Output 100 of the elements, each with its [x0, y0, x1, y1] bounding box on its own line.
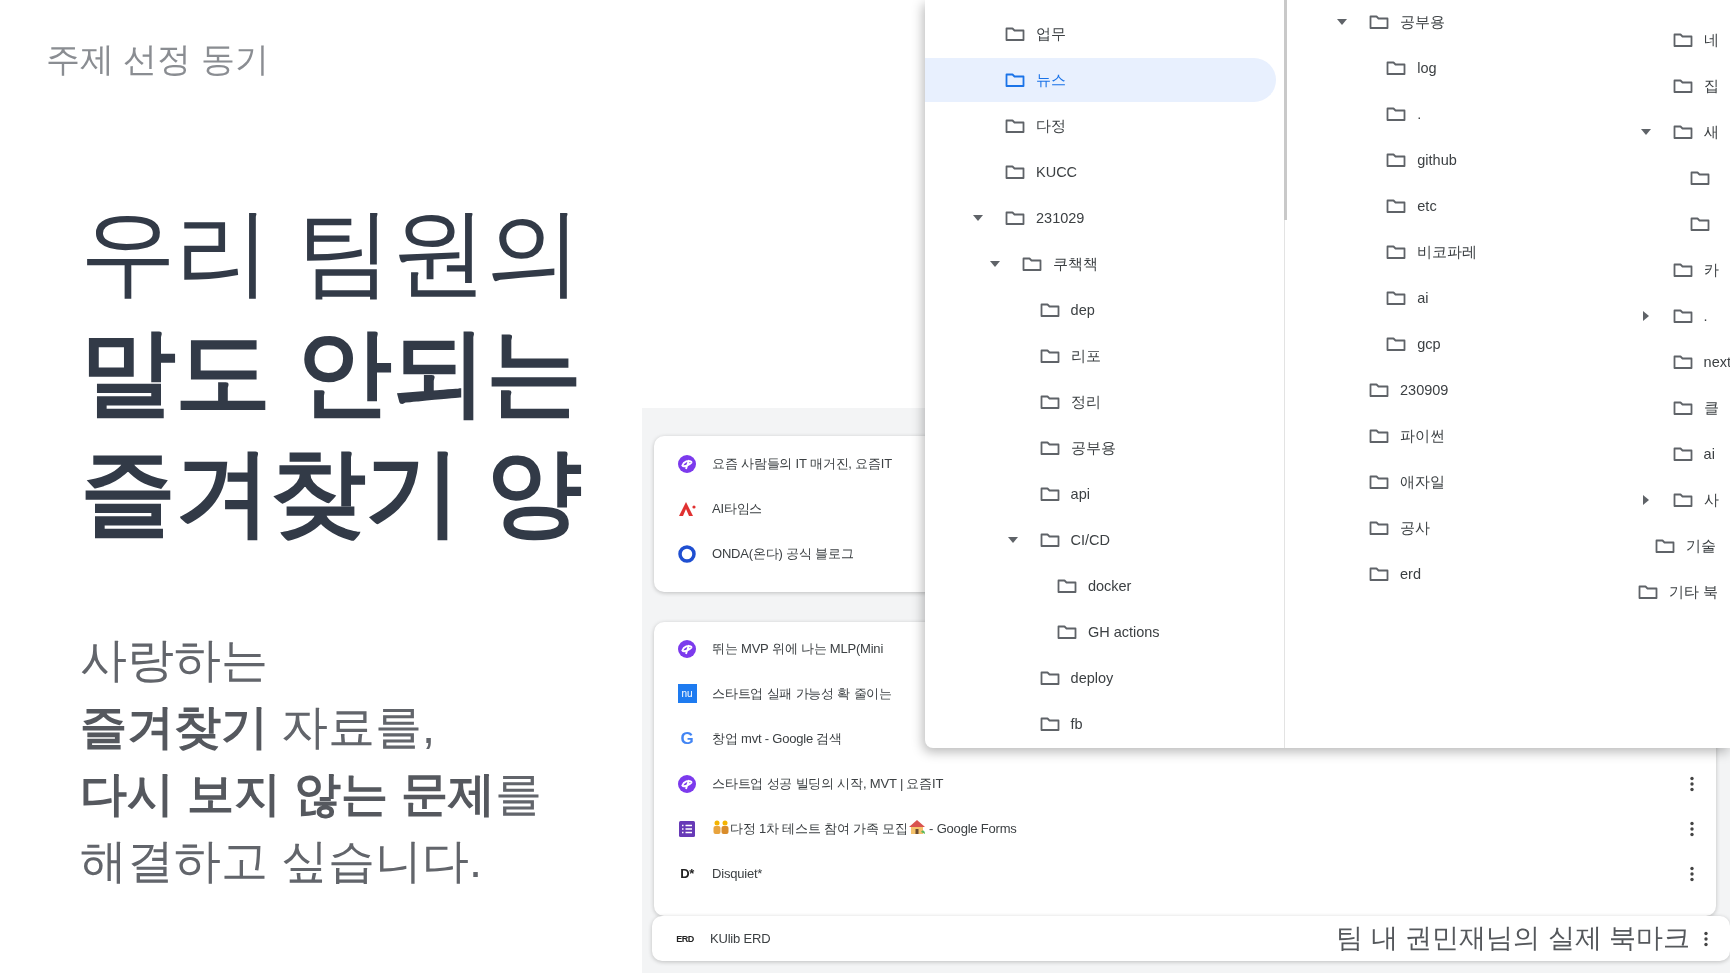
bookmark-link[interactable]: 요즘 사람들의 IT 매거진, 요즘IT [712, 454, 892, 473]
bookmark-link[interactable]: 스타트업 성공 빌딩의 시작, MVT | 요즘IT [712, 774, 944, 793]
folder-icon [1039, 670, 1060, 686]
folder-icon [1655, 538, 1676, 554]
caret-down-icon[interactable] [1007, 537, 1018, 543]
folder-item[interactable]: 사 [1590, 478, 1730, 522]
folder-icon [1005, 164, 1025, 180]
slide-caption: 팀 내 권민재님의 실제 북마크 [1336, 922, 1690, 955]
bookmark-link[interactable]: KUlib ERD [710, 931, 771, 946]
folder-item[interactable]: ai [1285, 276, 1590, 320]
folder-item[interactable]: api [925, 472, 1276, 516]
folder-item[interactable]: 업무 [925, 12, 1276, 56]
heading-line: 말도 안되는 [80, 317, 582, 427]
folder-item[interactable]: . [1590, 294, 1730, 338]
folder-item[interactable]: 쿠책책 [925, 242, 1276, 286]
folder-item[interactable]: 파이썬 [1285, 414, 1590, 458]
more-icon[interactable] [1690, 820, 1694, 837]
folder-icon [1689, 216, 1710, 232]
heading-line: 우리 팀원의 [80, 197, 582, 307]
folder-item[interactable]: 공부용 [1285, 0, 1590, 44]
folder-icon [1056, 624, 1077, 640]
folder-item[interactable]: KUCC [925, 150, 1276, 194]
folder-item[interactable]: 애자일 [1285, 460, 1590, 504]
folder-item[interactable]: 정리 [925, 380, 1276, 424]
favicon-icon: G [677, 728, 697, 749]
bookmark-link[interactable]: 창업 mvt - Google 검색 [712, 729, 843, 748]
favicon-icon [677, 773, 697, 794]
folder-item[interactable]: 네 [1590, 18, 1730, 62]
caret-down-icon[interactable] [1337, 19, 1347, 25]
folder-item[interactable]: 카 [1590, 248, 1730, 292]
family-emoji-icon [712, 819, 730, 835]
folder-item[interactable]: gcp [1285, 322, 1590, 366]
folder-icon [1039, 532, 1060, 548]
folder-item[interactable]: 집 [1590, 64, 1730, 108]
folder-item[interactable]: 공부용 [925, 426, 1276, 470]
folder-icon [1369, 474, 1389, 490]
folder-icon [1005, 118, 1025, 134]
folder-icon [1672, 78, 1693, 94]
folder-item[interactable]: 230909 [1285, 368, 1590, 412]
folder-icon [1005, 72, 1025, 88]
folder-icon [1672, 354, 1693, 370]
caret-right-icon[interactable] [1642, 495, 1649, 505]
favicon-icon: ERD [675, 928, 695, 949]
folder-icon [1672, 492, 1693, 508]
bookmark-link[interactable]: Disquiet* [712, 866, 763, 881]
folder-icon [1386, 198, 1407, 214]
folder-icon [1386, 244, 1407, 260]
folder-item[interactable]: . [1285, 92, 1590, 136]
folder-icon [1689, 170, 1710, 186]
favicon-icon [677, 818, 697, 839]
more-icon[interactable] [1690, 775, 1694, 792]
bookmark-link[interactable]: 다정 1차 테스트 참여 가족 모집 - Google Forms [712, 819, 1017, 838]
folder-item[interactable]: log [1285, 46, 1590, 90]
more-icon[interactable] [1704, 930, 1708, 947]
folder-item[interactable]: etc [1285, 184, 1590, 228]
folder-item[interactable]: 공사 [1285, 506, 1590, 550]
bookmark-link[interactable]: AI타임스 [712, 499, 763, 518]
caret-right-icon[interactable] [1642, 311, 1649, 321]
caret-down-icon[interactable] [1640, 129, 1651, 135]
caret-down-icon[interactable] [990, 261, 1001, 267]
folder-item[interactable]: 231029 [925, 196, 1276, 240]
folder-icon [1039, 348, 1060, 364]
folder-item[interactable]: 클 [1590, 386, 1730, 430]
folder-icon [1369, 520, 1389, 536]
folder-icon [1369, 428, 1389, 444]
folder-item[interactable]: 비코파레 [1285, 230, 1590, 274]
bookmark-link[interactable]: ONDA(온다) 공식 블로그 [712, 544, 854, 563]
folder-item[interactable]: 다정 [925, 104, 1276, 148]
folder-item[interactable]: ai [1590, 432, 1730, 476]
bookmark-link[interactable]: 뛰는 MVP 위에 나는 MLP(Mini [712, 639, 884, 658]
folder-icon [1039, 716, 1060, 732]
favicon-icon: nu [677, 684, 697, 703]
folder-icon [1386, 152, 1407, 168]
folder-icon [1386, 60, 1407, 76]
folder-item[interactable]: 기술 [1590, 524, 1730, 568]
folder-icon [1039, 486, 1060, 502]
bookmark-link[interactable]: 스타트업 실패 가능성 확 줄이는 [712, 684, 893, 703]
folder-item[interactable]: deploy [925, 656, 1276, 700]
folder-icon [1022, 256, 1043, 272]
folder-item[interactable]: docker [925, 564, 1276, 608]
folder-icon [1638, 584, 1658, 600]
more-icon[interactable] [1690, 865, 1694, 882]
folder-item[interactable]: 기타 북 [1590, 570, 1730, 614]
folder-item[interactable]: fb [925, 702, 1276, 746]
folder-icon [1672, 308, 1693, 324]
slide-paragraph: 사랑하는 즐겨찾기 자료를, 다시 보지 않는 문제를 해결하고 싶습니다. [80, 632, 544, 889]
folder-icon [1369, 382, 1389, 398]
caret-down-icon[interactable] [973, 215, 983, 221]
folder-item[interactable]: GH actions [925, 610, 1276, 654]
folder-item[interactable]: next [1590, 340, 1730, 384]
folder-icon [1056, 578, 1077, 594]
folder-item[interactable]: CI/CD [925, 518, 1276, 562]
folder-item[interactable]: github [1285, 138, 1590, 182]
folder-item[interactable]: 새 [1590, 110, 1730, 154]
folder-icon [1386, 290, 1407, 306]
folder-item[interactable]: 뉴스 [925, 58, 1276, 102]
folder-item[interactable]: 리포 [925, 334, 1276, 378]
folder-icon [1672, 446, 1693, 462]
folder-item[interactable]: erd [1285, 552, 1590, 596]
folder-item[interactable]: dep [925, 288, 1276, 332]
